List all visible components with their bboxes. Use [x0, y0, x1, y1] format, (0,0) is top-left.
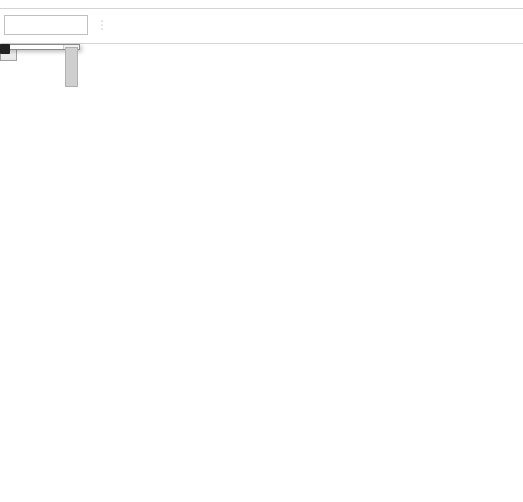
ribbon-btn-edit-links[interactable] [94, 2, 98, 4]
dropdown-resize-handle[interactable] [0, 44, 10, 54]
formula-bar-row: ⋮ [0, 9, 523, 44]
ribbon-btn-sources[interactable] [48, 2, 60, 4]
ribbon-btn-text[interactable] [34, 2, 46, 4]
ribbon-btn-web[interactable] [20, 2, 32, 4]
ribbon-btn-access[interactable] [6, 2, 18, 4]
scroll-thumb[interactable] [65, 47, 78, 87]
dropdown-scrollbar[interactable] [63, 45, 79, 49]
ribbon-btn-connections[interactable] [64, 2, 76, 4]
cell-dropdown-list[interactable] [0, 44, 80, 50]
name-box[interactable] [4, 15, 88, 35]
formula-bar-input[interactable] [160, 15, 519, 35]
ribbon-btn-sort[interactable] [501, 2, 517, 4]
separator-dots: ⋮ [96, 18, 108, 33]
ribbon-btn-all[interactable] [78, 2, 90, 4]
